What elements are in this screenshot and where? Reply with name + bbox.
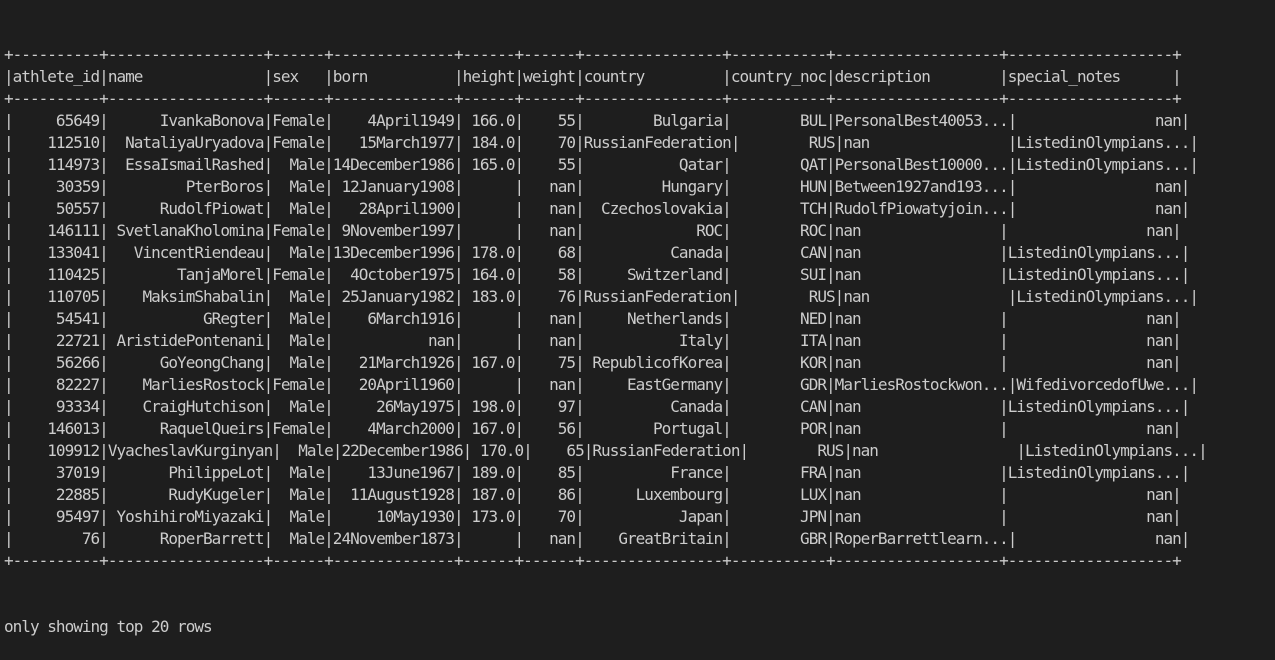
row-count-footer: only showing top 20 rows [4,617,213,636]
table-row: | 50557| RudolfPiowat| Male| 28April1900… [4,199,1190,218]
table-row: | 56266| GoYeongChang| Male| 21March1926… [4,353,1182,372]
table-row: | 95497| YoshihiroMiyazaki| Male| 10May1… [4,507,1182,526]
table-row: | 22721| AristidePontenani| Male| nan| |… [4,331,1182,350]
table-row: | 65649| IvankaBonova|Female| 4April1949… [4,111,1190,130]
table-row: | 22885| RudyKugeler| Male| 11August1928… [4,485,1182,504]
table-row: | 76| RoperBarrett| Male|24November1873|… [4,529,1190,548]
table-row: | 112510| NataliyaUryadova|Female| 15Mar… [4,133,1199,152]
table-row: | 146111| SvetlanaKholomina|Female| 9Nov… [4,221,1182,240]
terminal-output: +----------+------------------+------+--… [4,0,1208,660]
table-row: | 54541| GRegter| Male| 6March1916| | na… [4,309,1182,328]
table-row: | 109912|VyacheslavKurginyan| Male|22Dec… [4,441,1208,460]
table-row: | 110705| MaksimShabalin| Male| 25Januar… [4,287,1199,306]
table-row: | 114973| EssaIsmailRashed| Male|14Decem… [4,155,1199,174]
table-row: | 93334| CraigHutchison| Male| 26May1975… [4,397,1190,416]
table-row: | 30359| PterBoros| Male| 12January1908|… [4,177,1190,196]
table-header-row: |athlete_id|name |sex |born |height|weig… [4,67,1182,86]
table-border-header: +----------+------------------+------+--… [4,89,1182,108]
table-border-top: +----------+------------------+------+--… [4,45,1182,64]
table-border-bottom: +----------+------------------+------+--… [4,551,1182,570]
table-row: | 133041| VincentRiendeau| Male|13Decemb… [4,243,1190,262]
table-row: | 146013| RaquelQueirs|Female| 4March200… [4,419,1182,438]
table-row: | 110425| TanjaMorel|Female| 4October197… [4,265,1190,284]
table-row: | 82227| MarliesRostock|Female| 20April1… [4,375,1199,394]
dataframe-table: +----------+------------------+------+--… [4,44,1208,572]
table-row: | 37019| PhilippeLot| Male| 13June1967| … [4,463,1190,482]
